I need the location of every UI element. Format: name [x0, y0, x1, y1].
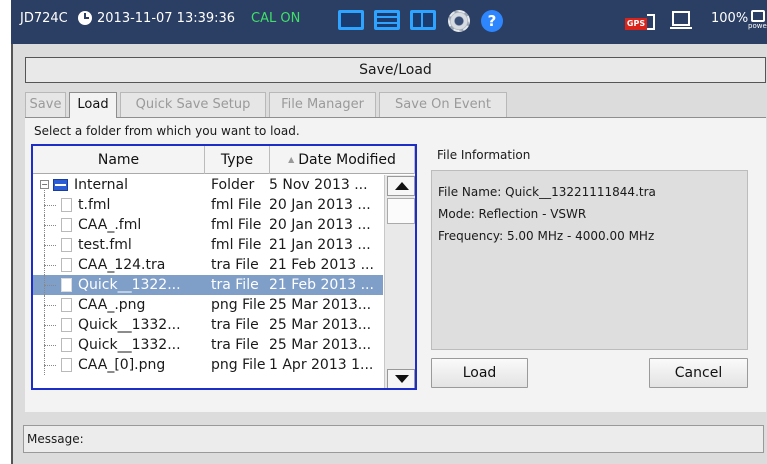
- clock-icon: [78, 11, 92, 25]
- folder-date: 5 Nov 2013 ...: [269, 177, 368, 193]
- file-row[interactable]: t.fml fml File 20 Jan 2013 ...: [33, 195, 383, 215]
- gps-label: GPS: [625, 18, 647, 30]
- file-date: 1 Apr 2013 1...: [269, 357, 374, 373]
- split-view-icon[interactable]: [410, 10, 436, 30]
- file-icon: [61, 318, 72, 332]
- file-row[interactable]: Quick__1332... tra File 25 Mar 2013...: [33, 315, 383, 335]
- file-info-frequency: Frequency: 5.00 MHz - 4000.00 MHz: [438, 229, 655, 243]
- display-icon[interactable]: [670, 11, 692, 29]
- settings-gear-icon[interactable]: [448, 10, 470, 32]
- file-type: tra File: [211, 317, 259, 333]
- column-header-date-modified[interactable]: ▲ Date Modified: [270, 146, 415, 174]
- file-type: fml File: [211, 197, 262, 213]
- file-type: tra File: [211, 277, 259, 293]
- file-info-mode: Mode: Reflection - VSWR: [438, 207, 587, 221]
- file-type: fml File: [211, 217, 262, 233]
- file-row[interactable]: CAA_[0].png png File 1 Apr 2013 1...: [33, 355, 383, 375]
- file-date: 20 Jan 2013 ...: [269, 197, 371, 213]
- file-type: tra File: [211, 337, 259, 353]
- file-icon: [61, 278, 72, 292]
- scroll-down-arrow-icon[interactable]: [387, 369, 415, 388]
- file-list-header: Name Type ▲ Date Modified: [33, 146, 415, 174]
- tab-save[interactable]: Save: [25, 92, 66, 118]
- file-date: 21 Jan 2013 ...: [269, 237, 371, 253]
- folder-row-internal[interactable]: − Internal Folder 5 Nov 2013 ...: [33, 175, 383, 195]
- help-icon[interactable]: ?: [481, 10, 503, 32]
- file-name: CAA_124.tra: [78, 257, 166, 273]
- file-date: 25 Mar 2013...: [269, 317, 372, 333]
- date-time: 2013-11-07 13:39:36: [97, 11, 236, 26]
- scroll-up-arrow-icon[interactable]: [387, 176, 415, 196]
- folder-name: Internal: [74, 177, 128, 193]
- cancel-button[interactable]: Cancel: [649, 358, 748, 388]
- file-date: 21 Feb 2013 ...: [269, 277, 374, 293]
- file-type: png File: [211, 357, 266, 373]
- file-row[interactable]: Quick__1332... tra File 25 Mar 2013...: [33, 335, 383, 355]
- file-type: tra File: [211, 257, 259, 273]
- file-name: t.fml: [78, 197, 111, 213]
- device-model: JD724C: [20, 11, 68, 26]
- file-row-selected[interactable]: Quick__1322... tra File 21 Feb 2013 ...: [33, 275, 383, 295]
- file-list-scrollbar[interactable]: [384, 175, 415, 388]
- file-row[interactable]: CAA_.png png File 25 Mar 2013...: [33, 295, 383, 315]
- file-icon: [61, 258, 72, 272]
- file-date: 21 Feb 2013 ...: [269, 257, 374, 273]
- file-rows: − Internal Folder 5 Nov 2013 ... t.fml f…: [33, 175, 383, 375]
- instruction-text: Select a folder from which you want to l…: [34, 124, 300, 138]
- tree-collapse-icon[interactable]: −: [40, 180, 49, 189]
- file-name: Quick__1332...: [78, 317, 181, 333]
- file-row[interactable]: CAA_124.tra tra File 21 Feb 2013 ...: [33, 255, 383, 275]
- folder-icon: [53, 179, 68, 191]
- calibration-status: CAL ON: [251, 11, 301, 26]
- file-name: CAA_.png: [78, 297, 146, 313]
- column-header-date-label: Date Modified: [298, 152, 396, 168]
- column-header-name[interactable]: Name: [33, 146, 205, 174]
- tab-quick-save-setup[interactable]: Quick Save Setup: [120, 92, 266, 118]
- tab-save-on-event[interactable]: Save On Event: [379, 92, 507, 118]
- file-date: 25 Mar 2013...: [269, 337, 372, 353]
- file-icon: [61, 358, 72, 372]
- file-date: 25 Mar 2013...: [269, 297, 372, 313]
- file-date: 20 Jan 2013 ...: [269, 217, 371, 233]
- file-icon: [61, 298, 72, 312]
- file-icon: [61, 338, 72, 352]
- battery-level: 100%: [711, 11, 749, 26]
- file-icon: [61, 238, 72, 252]
- file-list[interactable]: Name Type ▲ Date Modified − Internal Fold…: [31, 144, 417, 390]
- tab-file-manager[interactable]: File Manager: [269, 92, 376, 118]
- battery-power-icon: power: [748, 10, 767, 32]
- folder-type: Folder: [211, 177, 255, 193]
- file-icon: [61, 198, 72, 212]
- usb-connector-icon: [647, 14, 655, 30]
- dual-view-icon[interactable]: [374, 10, 400, 30]
- file-information-box: File Name: Quick__13221111844.tra Mode: …: [431, 170, 748, 350]
- file-information-heading: File Information: [437, 148, 531, 162]
- message-bar: Message:: [23, 425, 764, 453]
- file-name: test.fml: [78, 237, 132, 253]
- file-type: fml File: [211, 237, 262, 253]
- file-name: Quick__1332...: [78, 337, 181, 353]
- load-button[interactable]: Load: [431, 358, 528, 388]
- file-type: png File: [211, 297, 266, 313]
- single-view-icon[interactable]: [338, 10, 364, 30]
- window-title: Save/Load: [25, 57, 766, 83]
- power-label: power: [748, 22, 767, 30]
- file-icon: [61, 218, 72, 232]
- column-header-type[interactable]: Type: [205, 146, 270, 174]
- file-row[interactable]: test.fml fml File 21 Jan 2013 ...: [33, 235, 383, 255]
- sort-ascending-icon: ▲: [288, 155, 295, 164]
- file-name: CAA_.fml: [78, 217, 142, 233]
- file-info-name: File Name: Quick__13221111844.tra: [438, 185, 656, 199]
- file-name: Quick__1322...: [78, 277, 181, 293]
- tab-load[interactable]: Load: [69, 92, 117, 118]
- gps-usb-icon: GPS: [625, 12, 655, 32]
- file-name: CAA_[0].png: [78, 357, 166, 373]
- plug-icon: [751, 10, 765, 22]
- scrollbar-thumb[interactable]: [387, 198, 415, 224]
- file-row[interactable]: CAA_.fml fml File 20 Jan 2013 ...: [33, 215, 383, 235]
- status-bar: JD724C 2013-11-07 13:39:36 CAL ON ? GPS …: [11, 0, 767, 44]
